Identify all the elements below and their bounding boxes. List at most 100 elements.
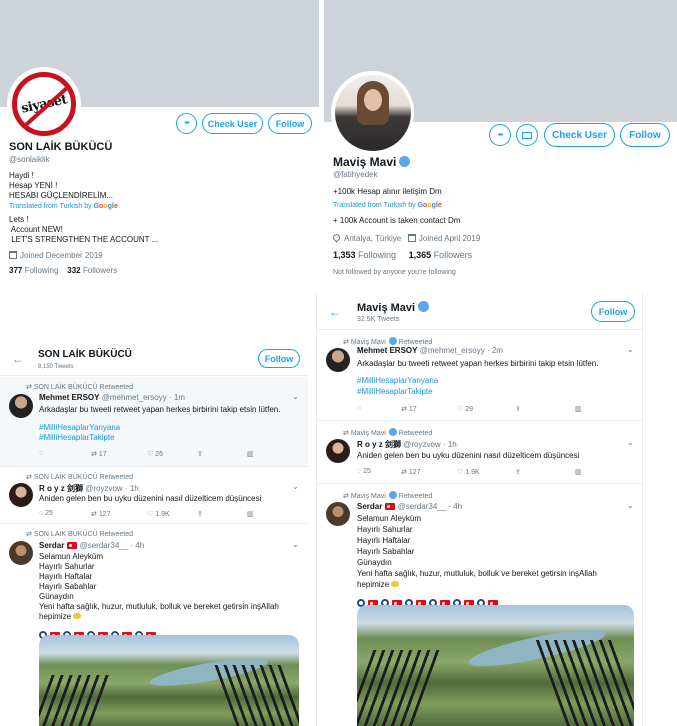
author-handle: @serdar34__ · 4h xyxy=(79,541,145,550)
retweeted-by: Maviş Mavi xyxy=(350,339,386,346)
profile-avatar[interactable]: siyaset xyxy=(7,67,81,141)
follow-button[interactable]: Follow xyxy=(258,349,300,368)
retweet-button[interactable]: ⇄ 127 xyxy=(91,510,147,518)
share-icon[interactable]: ⇪ xyxy=(515,468,575,476)
tweet-item[interactable]: ⇄ SON LAİK BÜKÜCÜ Retweeted Serdar @serd… xyxy=(0,525,308,726)
google-logo: Google xyxy=(93,203,118,210)
tweet-item[interactable]: ⇄ Maviş Mavi Retweeted Serdar @serdar34_… xyxy=(317,485,642,726)
retweet-button[interactable]: ⇄ 17 xyxy=(401,405,457,413)
more-button[interactable]: ••• xyxy=(489,124,511,146)
chevron-down-icon[interactable]: ⌄ xyxy=(292,482,299,491)
reply-button[interactable]: ◌ 25 xyxy=(357,468,401,476)
chevron-down-icon[interactable]: ⌄ xyxy=(627,345,634,354)
translated-from[interactable]: Translated from Turkish by Google xyxy=(333,201,442,211)
author-name[interactable]: Mehmet ERSOY xyxy=(39,393,99,402)
hashtag[interactable]: #MilliHesaplarYanyana xyxy=(357,376,438,386)
follow-button[interactable]: Follow xyxy=(268,113,312,134)
like-button[interactable]: ♡ 1.9K xyxy=(147,510,197,518)
more-button[interactable]: ••• xyxy=(176,113,197,134)
verified-icon xyxy=(418,301,430,312)
author-name[interactable]: R o y z 剑獅 xyxy=(39,484,83,493)
analytics-icon[interactable]: ▥ xyxy=(575,405,582,413)
hashtag[interactable]: #MilliHesaplarTakipte xyxy=(357,387,433,397)
follow-button[interactable]: Follow xyxy=(591,301,635,322)
translated-from[interactable]: Translated from Turkish by Google xyxy=(9,202,118,212)
railing-left xyxy=(357,650,444,726)
followers-label: Followers xyxy=(433,250,473,260)
tweet-item[interactable]: ⇄ SON LAİK BÜKÜCÜ Retweeted R o y z 剑獅 @… xyxy=(0,468,308,524)
chevron-down-icon[interactable]: ⌄ xyxy=(627,438,634,447)
followers-link[interactable]: 1,365 Followers xyxy=(409,250,473,260)
bio-line-3: HESABI GÜÇLENDİRELİM... xyxy=(9,191,114,200)
avatar-face xyxy=(363,88,382,111)
share-icon[interactable]: ⇪ xyxy=(197,510,247,518)
tweet-line: hepimize xyxy=(357,580,400,590)
following-count: 1,353 xyxy=(333,250,356,260)
like-button[interactable]: ♡ 1.9K xyxy=(457,468,515,476)
tweet-text: Aniden gelen ben bu uyku düzenini nasıl … xyxy=(39,494,262,503)
tweet-line: Hayırlı Sabahlar xyxy=(357,547,415,556)
follow-button[interactable]: Follow xyxy=(620,123,670,147)
followers-link[interactable]: 332 Followers xyxy=(67,266,117,275)
analytics-icon[interactable]: ▥ xyxy=(247,450,254,458)
check-user-button[interactable]: Check User xyxy=(544,123,615,147)
retweet-icon: ⇄ xyxy=(26,384,34,391)
share-icon[interactable]: ⇪ xyxy=(515,405,575,413)
back-arrow-icon[interactable]: ← xyxy=(329,305,341,319)
profile-right: ••• Check User Follow Maviş Mavi @fatihy… xyxy=(324,0,677,283)
retweet-count: 127 xyxy=(98,511,111,518)
retweet-button[interactable]: ⇄ 127 xyxy=(401,468,457,476)
emoji-icon xyxy=(391,581,400,587)
avatar[interactable] xyxy=(326,439,350,463)
analytics-icon[interactable]: ▥ xyxy=(575,468,582,476)
joined-text: Joined April 2019 xyxy=(418,234,481,243)
back-arrow-icon[interactable]: ← xyxy=(12,352,24,366)
tweet-image[interactable] xyxy=(357,605,634,726)
like-button[interactable]: ♡ 29 xyxy=(457,405,515,413)
retweet-icon: ⇄ xyxy=(26,474,34,481)
following-link[interactable]: 377 Following xyxy=(9,266,58,275)
avatar[interactable] xyxy=(9,394,33,418)
reply-icon[interactable]: ◌ xyxy=(39,450,91,458)
timeline-title: Maviş Mavi xyxy=(357,301,430,314)
reply-button[interactable]: ◌ 25 xyxy=(39,510,91,518)
chevron-down-icon[interactable]: ⌄ xyxy=(627,501,634,510)
calendar-icon xyxy=(9,251,17,259)
check-user-button[interactable]: Check User xyxy=(202,113,263,134)
profile-translation: + 100k Account is taken contact Dm xyxy=(333,216,461,225)
reply-icon[interactable]: ◌ xyxy=(357,405,401,413)
analytics-icon[interactable]: ▥ xyxy=(247,510,254,518)
author-handle: @royzvow · 1h xyxy=(403,440,457,449)
share-icon[interactable]: ⇪ xyxy=(197,450,247,458)
tweet-item[interactable]: ⇄ Maviş Mavi Retweeted Mehmet ERSOY @meh… xyxy=(317,331,642,421)
retweeted-by: Maviş Mavi xyxy=(350,493,386,500)
tweet-item[interactable]: ⇄ Maviş Mavi Retweeted R o y z 剑獅 @royzv… xyxy=(317,422,642,484)
retweet-icon: ⇄ xyxy=(343,339,351,346)
avatar[interactable] xyxy=(9,483,33,507)
chevron-down-icon[interactable]: ⌄ xyxy=(292,540,299,549)
retweet-indicator: ⇄ Maviş Mavi Retweeted xyxy=(343,428,432,437)
author-name[interactable]: Serdar xyxy=(39,541,64,550)
hashtag[interactable]: #MilliHesaplarYanyana xyxy=(39,423,120,433)
tweet-actions: ◌ 25 ⇄ 127 ♡ 1.9K ⇪ ▥ xyxy=(357,468,607,476)
reply-count: 25 xyxy=(363,468,371,475)
message-button[interactable] xyxy=(516,124,538,146)
author-name[interactable]: R o y z 剑獅 xyxy=(357,440,401,449)
author-name[interactable]: Mehmet ERSOY xyxy=(357,346,417,355)
retweet-button[interactable]: ⇄ 17 xyxy=(91,450,147,458)
avatar[interactable] xyxy=(326,502,350,526)
railing-right xyxy=(535,640,634,726)
tweet-text: Arkadaşlar bu tweeti retweet yapan herke… xyxy=(39,405,281,414)
following-link[interactable]: 1,353 Following xyxy=(333,250,396,260)
avatar[interactable] xyxy=(326,348,350,372)
hashtag[interactable]: #MilliHesaplarTakipte xyxy=(39,433,115,443)
like-button[interactable]: ♡ 26 xyxy=(147,450,197,458)
avatar[interactable] xyxy=(9,541,33,565)
author-name[interactable]: Serdar xyxy=(357,502,382,511)
tweet-item[interactable]: ⇄ SON LAİK BÜKÜCÜ Retweeted Mehmet ERSOY… xyxy=(0,377,308,467)
tweet-line: Yeni hafta sağlık, huzur, mutluluk, boll… xyxy=(357,569,597,578)
verified-icon xyxy=(399,156,411,167)
chevron-down-icon[interactable]: ⌄ xyxy=(292,392,299,401)
profile-avatar[interactable] xyxy=(331,71,414,154)
tweet-image[interactable] xyxy=(39,635,299,726)
